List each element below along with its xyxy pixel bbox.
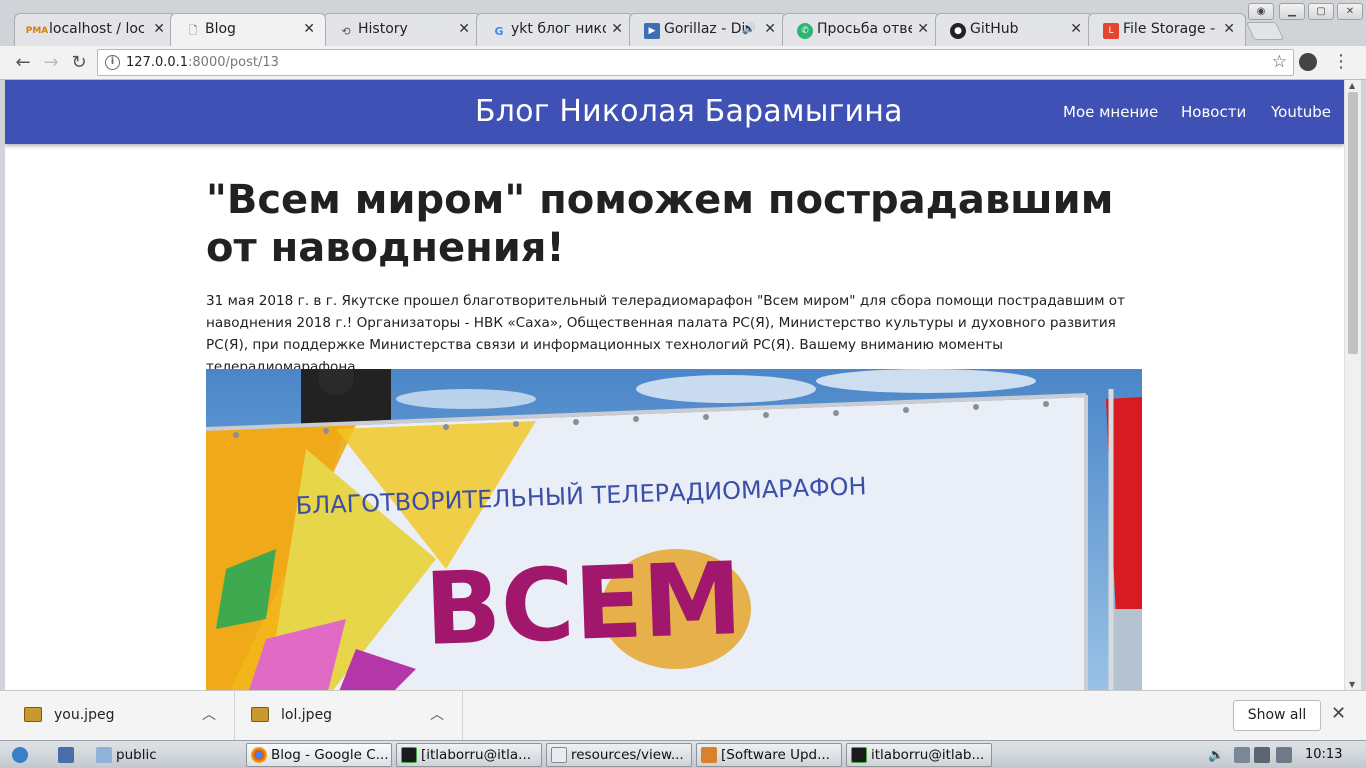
laravel-icon: L: [1103, 23, 1119, 39]
reload-icon[interactable]: ↻: [68, 52, 90, 74]
close-icon[interactable]: ✕: [1223, 21, 1235, 37]
google-icon: G: [494, 24, 504, 38]
chevron-up-icon[interactable]: ︿: [202, 704, 216, 724]
post-title: "Всем миром" поможем пострадавшим от нав…: [206, 177, 1114, 271]
start-menu-icon[interactable]: [12, 743, 38, 767]
terminal-icon: [401, 747, 417, 763]
taskbar-item-public[interactable]: public: [96, 743, 236, 767]
info-icon[interactable]: i: [105, 55, 120, 70]
close-window-button[interactable]: ✕: [1337, 3, 1363, 20]
download-filename: lol.jpeg: [281, 707, 333, 723]
minimize-button[interactable]: ▁: [1279, 3, 1305, 20]
page-viewport: Блог Николая Барамыгина Мое мнение Новос…: [5, 80, 1344, 690]
download-filename: you.jpeg: [54, 707, 115, 723]
tab-github[interactable]: ● GitHub ✕: [935, 13, 1093, 46]
scroll-down-icon[interactable]: ▼: [1349, 680, 1355, 689]
speaker-icon: 🔊: [742, 22, 756, 35]
close-icon[interactable]: ✕: [917, 21, 929, 37]
nav-link-opinion[interactable]: Мое мнение: [1063, 103, 1158, 121]
taskbar-item-editor[interactable]: resources/view...: [546, 743, 692, 767]
site-navbar: Блог Николая Барамыгина Мое мнение Новос…: [5, 80, 1344, 144]
close-icon[interactable]: ✕: [458, 21, 470, 37]
tab-request[interactable]: ✆ Просьба отве ✕: [782, 13, 940, 46]
play-icon: ▶: [644, 23, 660, 39]
page-icon: 🗋: [188, 23, 198, 37]
scrollbar-thumb[interactable]: [1348, 92, 1358, 354]
taskbar-item-chrome[interactable]: Blog - Google C...: [246, 743, 392, 767]
close-icon[interactable]: ✕: [303, 21, 315, 37]
new-tab-button[interactable]: [1245, 22, 1285, 40]
volume-icon[interactable]: 🔉: [1208, 743, 1228, 767]
site-brand[interactable]: Блог Николая Барамыгина: [475, 94, 903, 129]
tab-blog[interactable]: 🗋 Blog ✕: [170, 13, 326, 47]
banner-big-text: ВСЕМ: [423, 540, 744, 668]
tab-file-storage[interactable]: L File Storage - ✕: [1088, 13, 1246, 46]
history-icon: ⟲: [341, 24, 351, 38]
bookmark-star-icon[interactable]: ☆: [1272, 52, 1287, 72]
taskbar-item-terminal[interactable]: [itlaborru@itla...: [396, 743, 542, 767]
nav-link-youtube[interactable]: Youtube: [1271, 103, 1331, 121]
download-item[interactable]: you.jpeg ︿: [0, 691, 235, 741]
close-icon[interactable]: ✕: [1331, 703, 1346, 724]
profile-icon[interactable]: ◉: [1248, 3, 1274, 20]
window-frame-right: [1361, 80, 1366, 690]
post-photo: БЛАГОТВОРИТЕЛЬНЫЙ ТЕЛЕРАДИОМАРАФОН ВСЕМ: [206, 369, 1142, 690]
folder-icon: [96, 747, 112, 763]
tab-history[interactable]: ⟲ History ✕: [323, 13, 481, 46]
address-bar[interactable]: i 127.0.0.1:8000/post/13 ☆: [97, 49, 1294, 76]
taskbar: public Blog - Google C... [itlaborru@itl…: [0, 740, 1366, 768]
chrome-icon: [251, 747, 267, 763]
chevron-up-icon[interactable]: ︿: [430, 704, 444, 724]
marathon-banner-image: БЛАГОТВОРИТЕЛЬНЫЙ ТЕЛЕРАДИОМАРАФОН ВСЕМ: [206, 369, 1142, 690]
nav-link-news[interactable]: Новости: [1181, 103, 1246, 121]
taskbar-item-terminal-2[interactable]: itlaborru@itlab...: [846, 743, 992, 767]
github-icon: ●: [950, 23, 966, 39]
tray-icon[interactable]: [1276, 743, 1296, 767]
tab-localhost[interactable]: PMA localhost / loc ✕: [14, 13, 176, 46]
url-path: :8000/post/13: [188, 55, 279, 70]
show-desktop-icon[interactable]: [58, 743, 80, 767]
post-body: 31 мая 2018 г. в г. Якутске прошел благо…: [206, 293, 1126, 375]
terminal-icon: [851, 747, 867, 763]
tab-google-search[interactable]: G ykt блог нико ✕: [476, 13, 634, 46]
maximize-button[interactable]: ▢: [1308, 3, 1334, 20]
scroll-up-icon[interactable]: ▲: [1349, 81, 1355, 90]
browser-toolbar: ← → ↻ i 127.0.0.1:8000/post/13 ☆ ⋮: [0, 46, 1366, 80]
taskbar-clock[interactable]: 10:13: [1305, 747, 1342, 762]
download-bar: you.jpeg ︿ lol.jpeg ︿ Show all ✕: [0, 690, 1366, 741]
battery-icon[interactable]: [1254, 743, 1270, 767]
close-icon[interactable]: ✕: [153, 21, 165, 37]
download-item[interactable]: lol.jpeg ︿: [235, 691, 463, 741]
image-file-icon: [251, 707, 269, 722]
url-host: 127.0.0.1: [126, 55, 189, 70]
page-scrollbar[interactable]: ▲ ▼: [1344, 80, 1361, 690]
screen: PMA localhost / loc ✕ 🗋 Blog ✕ ⟲ History…: [0, 0, 1366, 768]
wa-icon: ✆: [797, 23, 813, 39]
window-icon: [551, 747, 567, 763]
tab-strip: PMA localhost / loc ✕ 🗋 Blog ✕ ⟲ History…: [0, 0, 1366, 47]
tab-gorillaz[interactable]: ▶ Gorillaz - Di 🔊 ✕: [629, 13, 787, 46]
menu-icon[interactable]: ⋮: [1332, 51, 1350, 72]
package-icon: [701, 747, 717, 763]
network-icon[interactable]: [1234, 743, 1250, 767]
show-all-button[interactable]: Show all: [1233, 700, 1321, 731]
back-icon[interactable]: ←: [12, 52, 34, 74]
extension-icon[interactable]: [1299, 53, 1317, 71]
close-icon[interactable]: ✕: [611, 21, 623, 37]
phpmyadmin-icon: PMA: [25, 26, 49, 36]
forward-icon[interactable]: →: [40, 52, 62, 74]
image-file-icon: [24, 707, 42, 722]
close-icon[interactable]: ✕: [764, 21, 776, 37]
taskbar-item-software-update[interactable]: [Software Upd...: [696, 743, 842, 767]
close-icon[interactable]: ✕: [1070, 21, 1082, 37]
